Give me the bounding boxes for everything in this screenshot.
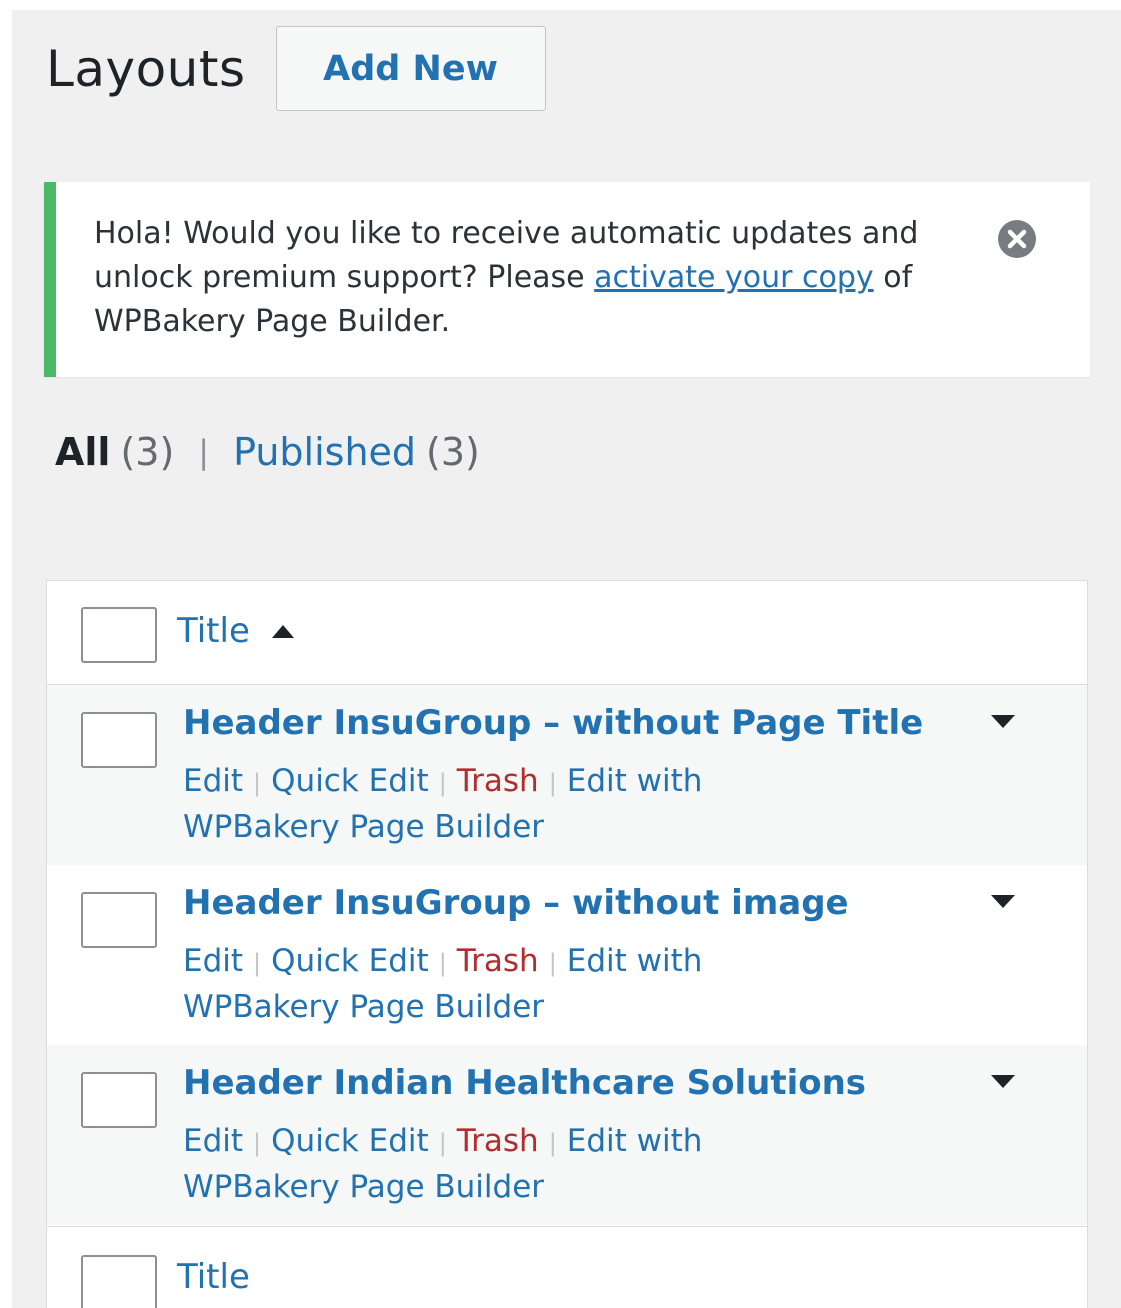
filter-all-count: (3) (120, 430, 175, 474)
row-actions: Edit | Quick Edit | Trash | Edit with WPBakery… (183, 763, 703, 845)
column-title-footer-label: Title (177, 1257, 250, 1297)
toggle-row-button[interactable] (990, 711, 1016, 731)
row-checkbox[interactable] (81, 1072, 157, 1128)
row-title-link[interactable]: Header Indian Healthcare Solutions (183, 1063, 866, 1103)
sort-ascending-icon (271, 624, 294, 638)
quick-edit-link[interactable]: Quick Edit (271, 1123, 429, 1159)
caret-down-icon (991, 894, 1015, 908)
filter-all[interactable]: All (55, 430, 110, 474)
table-footer-row: Title (47, 1226, 1087, 1308)
page-header: Layouts Add New (46, 26, 546, 111)
trash-link[interactable]: Trash (457, 943, 539, 979)
edit-link[interactable]: Edit (183, 763, 243, 799)
row-actions: Edit | Quick Edit | Trash | Edit with WPBakery… (183, 1123, 703, 1205)
activate-link[interactable]: activate your copy (594, 260, 874, 295)
trash-link[interactable]: Trash (457, 1123, 539, 1159)
edit-link[interactable]: Edit (183, 1123, 243, 1159)
caret-down-icon (991, 714, 1015, 728)
page-title: Layouts (46, 39, 246, 98)
table-row: Header InsuGroup – without Page Title Ed… (47, 685, 1087, 865)
row-checkbox[interactable] (81, 712, 157, 768)
activation-notice: Hola! Would you like to receive automati… (44, 182, 1090, 377)
row-title-link[interactable]: Header InsuGroup – without image (183, 883, 849, 923)
close-circle-icon (998, 220, 1036, 258)
caret-down-icon (991, 1074, 1015, 1088)
filter-separator: | (198, 433, 210, 471)
column-title-label: Title (177, 611, 250, 651)
select-all-checkbox-footer[interactable] (81, 1255, 157, 1308)
table-row: Header Indian Healthcare Solutions Edit |… (47, 1045, 1087, 1225)
status-filters: All (3) | Published (3) (55, 430, 480, 474)
row-checkbox[interactable] (81, 892, 157, 948)
add-new-button[interactable]: Add New (275, 26, 546, 111)
toggle-row-button[interactable] (990, 1071, 1016, 1091)
quick-edit-link[interactable]: Quick Edit (271, 943, 429, 979)
quick-edit-link[interactable]: Quick Edit (271, 763, 429, 799)
filter-published-count: (3) (426, 430, 480, 474)
filter-published[interactable]: Published (233, 430, 416, 474)
trash-link[interactable]: Trash (457, 763, 539, 799)
dismiss-notice-button[interactable] (997, 219, 1037, 259)
notice-text: Hola! Would you like to receive automati… (94, 212, 990, 344)
column-title-footer[interactable]: Title (177, 1257, 250, 1297)
table-row: Header InsuGroup – without image Edit | Qu… (47, 865, 1087, 1045)
column-title-sort[interactable]: Title (177, 611, 294, 651)
toggle-row-button[interactable] (990, 891, 1016, 911)
admin-screen: Layouts Add New Hola! Would you like to … (12, 10, 1121, 1308)
table-header-row: Title (47, 581, 1087, 685)
row-title-link[interactable]: Header InsuGroup – without Page Title (183, 703, 923, 743)
layouts-table: Title Header InsuGroup – without Page Ti… (46, 580, 1088, 1308)
edit-link[interactable]: Edit (183, 943, 243, 979)
select-all-checkbox[interactable] (81, 607, 157, 663)
row-actions: Edit | Quick Edit | Trash | Edit with WPBakery… (183, 943, 703, 1025)
